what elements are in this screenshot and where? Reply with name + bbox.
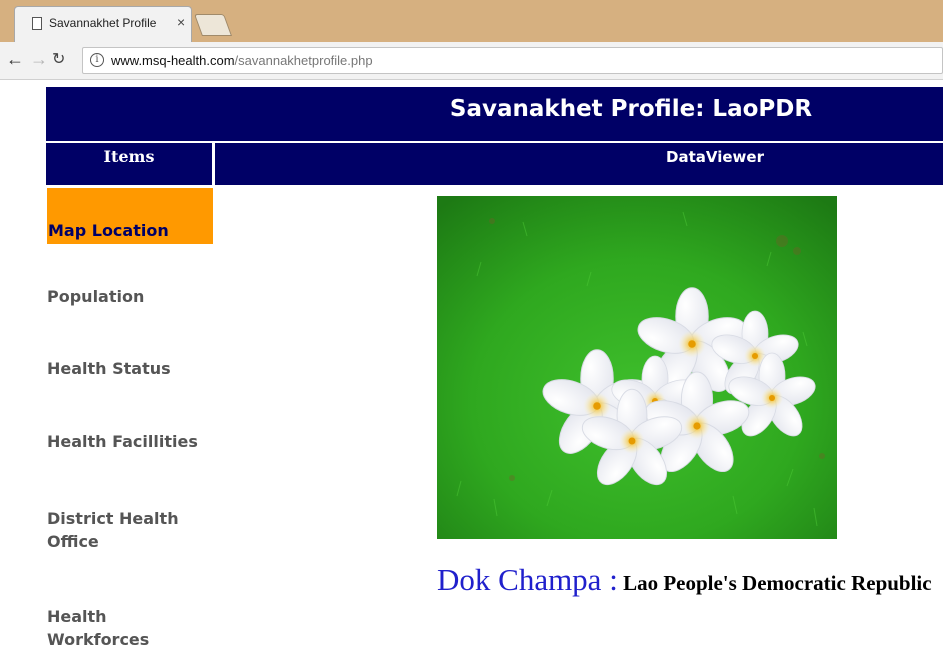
menu-item-health-facilities[interactable]: Health Facillities [47,430,213,453]
menu-item-health-status[interactable]: Health Status [47,357,213,380]
photo-caption: Dok Champa : Lao People's Democratic Rep… [437,562,932,598]
page-icon [32,17,42,30]
address-bar[interactable]: i www.msq-health.com/savannakhetprofile.… [82,47,943,74]
url-path: /savannakhetprofile.php [234,53,373,68]
browser-toolbar: ← → ↻ i www.msq-health.com/savannakhetpr… [0,42,943,80]
country-name: Lao People's Democratic Republic [617,571,932,595]
url-host: www.msq-health.com [111,53,235,68]
menu-item-map-location[interactable]: Map Location [47,188,213,244]
browser-tab-strip: Savannakhet Profile × [0,0,943,43]
new-tab-button[interactable] [193,14,233,36]
dataviewer-header-label: DataViewer [666,148,764,166]
browser-tab[interactable]: Savannakhet Profile × [14,6,192,43]
menu-item-district-health-office[interactable]: District Health Office [47,507,187,553]
menu-item-health-workforces[interactable]: Health Workforces [47,605,213,651]
tab-close-icon[interactable]: × [177,14,185,30]
tab-title: Savannakhet Profile [49,16,157,30]
page-title: Savanakhet Profile: LaoPDR [449,96,813,122]
flower-illustration [437,196,837,539]
forward-arrow-icon[interactable]: → [30,50,48,68]
menu-item-label: Map Location [48,221,169,240]
items-column-header: Items [46,143,212,185]
flower-name: Dok Champa : [437,562,618,597]
dok-champa-photo [437,196,837,539]
page-header: Savanakhet Profile: LaoPDR [46,87,943,141]
url-text[interactable]: www.msq-health.com/savannakhetprofile.ph… [111,53,373,68]
dataviewer-column-header: DataViewer [215,143,943,185]
reload-icon[interactable]: ↻ [52,51,65,69]
info-icon[interactable]: i [90,53,104,67]
menu-item-population[interactable]: Population [47,285,213,308]
back-arrow-icon[interactable]: ← [6,50,24,68]
